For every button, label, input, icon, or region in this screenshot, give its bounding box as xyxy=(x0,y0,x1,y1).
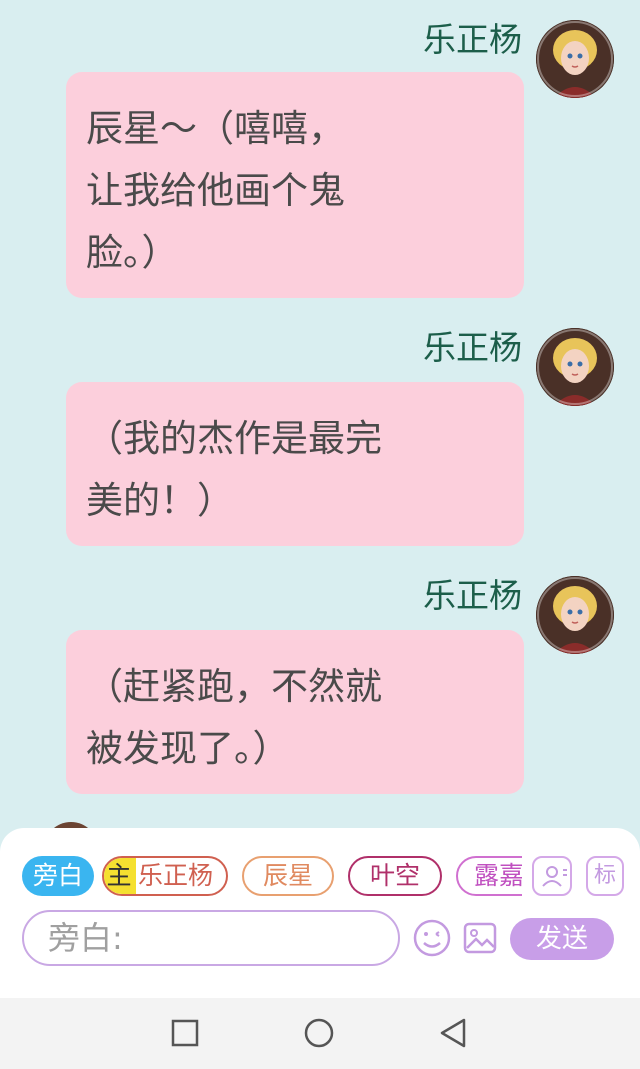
home-circle-icon[interactable] xyxy=(302,1016,336,1050)
role-chip-bar[interactable]: 旁白 主 乐正杨 辰星 叶空 露嘉 xyxy=(22,856,522,896)
system-nav-bar xyxy=(0,998,640,1069)
message-bubble[interactable]: 辰星～（嘻嘻， 让我给他画个鬼 脸。） xyxy=(66,72,524,298)
role-chip-yekong[interactable]: 叶空 xyxy=(348,856,442,896)
send-button[interactable]: 发送 xyxy=(510,918,614,960)
smiley-icon[interactable] xyxy=(412,918,452,958)
avatar[interactable] xyxy=(536,576,614,654)
role-chip-main-label: 乐正杨 xyxy=(138,861,214,890)
sender-name: 乐正杨 xyxy=(423,20,522,59)
sender-name: 乐正杨 xyxy=(423,328,522,367)
avatar[interactable] xyxy=(536,20,614,98)
back-triangle-icon[interactable] xyxy=(436,1016,470,1050)
person-card-icon-glyph xyxy=(542,866,567,887)
input-panel: 旁白 主 乐正杨 辰星 叶空 露嘉 标 旁白: 发送 xyxy=(0,828,640,998)
person-card-icon[interactable] xyxy=(532,856,572,896)
main-role-marker: 主 xyxy=(104,858,136,894)
message-input[interactable]: 旁白: xyxy=(22,910,400,966)
role-chip-lu[interactable]: 露嘉 xyxy=(456,856,522,896)
message-bubble[interactable]: （赶紧跑，不然就 被发现了。） xyxy=(66,630,524,794)
chat-area: 乐正杨 辰星～（嘻嘻， 让我给他画个鬼 脸。） 乐正杨 （我的杰作是最完 美的！… xyxy=(0,0,640,830)
role-chip-main[interactable]: 主 乐正杨 xyxy=(102,856,228,896)
image-icon[interactable] xyxy=(462,920,498,956)
role-chip-narrator[interactable]: 旁白 xyxy=(22,856,94,896)
message-bubble[interactable]: （我的杰作是最完 美的！） xyxy=(66,382,524,546)
mark-button[interactable]: 标 xyxy=(586,856,624,896)
recent-square-icon[interactable] xyxy=(168,1016,202,1050)
avatar[interactable] xyxy=(536,328,614,406)
role-chip-chenxing[interactable]: 辰星 xyxy=(242,856,334,896)
sender-name: 乐正杨 xyxy=(423,576,522,615)
